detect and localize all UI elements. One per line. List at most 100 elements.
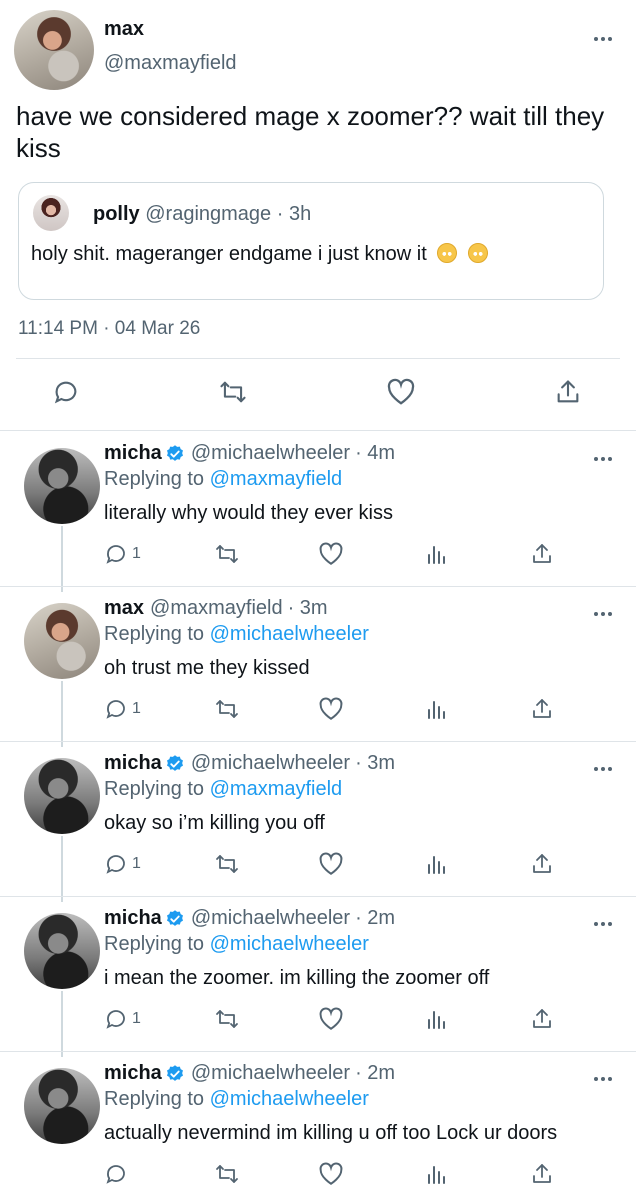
more-options-icon[interactable] (594, 764, 618, 774)
tweet-timestamp[interactable]: 11:14 PM · 04 Mar 26 (18, 318, 200, 340)
reply-time: · 2m (355, 907, 396, 929)
retweet-button[interactable] (214, 1162, 240, 1186)
share-icon (533, 1164, 551, 1183)
retweet-icon (216, 1165, 238, 1183)
reply-header: micha @michaelwheeler · 2m (104, 907, 395, 930)
like-button[interactable] (318, 697, 344, 721)
reply-button[interactable] (52, 378, 80, 406)
like-button[interactable] (318, 542, 344, 566)
retweet-icon (216, 545, 238, 563)
reply-count: 1 (132, 545, 141, 562)
avatar[interactable] (24, 758, 100, 834)
reply-tweet[interactable]: micha @michaelwheeler · 4m Replying to @max… (0, 432, 636, 592)
quoted-tweet[interactable]: polly @ragingmage · 3h holy shit. magera… (18, 182, 604, 300)
more-options-icon[interactable] (594, 1074, 618, 1084)
like-button[interactable] (386, 378, 416, 406)
replying-to-link[interactable]: @michaelwheeler (210, 623, 369, 645)
views-button[interactable] (426, 852, 448, 876)
retweet-button[interactable] (214, 852, 240, 876)
like-button[interactable] (318, 852, 344, 876)
author-handle[interactable]: @michaelwheeler (191, 752, 350, 775)
replying-to-label: Replying to (104, 468, 205, 490)
author-name[interactable]: max (104, 597, 144, 620)
avatar[interactable] (24, 1068, 100, 1144)
share-button[interactable] (530, 1162, 554, 1186)
views-button[interactable] (426, 542, 448, 566)
share-icon (557, 380, 579, 403)
share-button[interactable] (530, 852, 554, 876)
author-name[interactable]: micha (104, 907, 162, 930)
retweet-button[interactable] (218, 378, 248, 406)
views-icon (428, 701, 445, 719)
more-options-icon[interactable] (594, 34, 618, 44)
share-button[interactable] (530, 542, 554, 566)
reply-text: i mean the zoomer. im killing the zoomer… (104, 967, 490, 989)
reply-action-bar (0, 1162, 636, 1200)
reply-header: max @maxmayfield · 3m (104, 597, 328, 620)
views-icon (428, 856, 445, 874)
more-options-icon[interactable] (594, 609, 618, 619)
views-button[interactable] (426, 1007, 448, 1031)
like-button[interactable] (318, 1007, 344, 1031)
author-handle[interactable]: @michaelwheeler (191, 907, 350, 930)
retweet-button[interactable] (214, 542, 240, 566)
avatar[interactable] (24, 913, 100, 989)
replying-to-label: Replying to (104, 1088, 205, 1110)
author-name[interactable]: micha (104, 1062, 162, 1085)
avatar[interactable] (24, 603, 100, 679)
like-button[interactable] (318, 1162, 344, 1186)
reply-button[interactable]: 1 (104, 1007, 141, 1031)
share-button[interactable] (530, 1007, 554, 1031)
reply-action-bar: 1 (0, 542, 636, 582)
avatar[interactable] (24, 448, 100, 524)
reply-button[interactable]: 1 (104, 697, 141, 721)
reply-button[interactable] (104, 1162, 132, 1186)
reply-tweet[interactable]: micha @michaelwheeler · 2m Replying to @mic… (0, 897, 636, 1057)
reply-tweet[interactable]: max @maxmayfield · 3m Replying to @michaelw… (0, 587, 636, 747)
reply-button[interactable]: 1 (104, 542, 141, 566)
reply-header: micha @michaelwheeler · 3m (104, 752, 395, 775)
share-button[interactable] (530, 697, 554, 721)
author-handle[interactable]: @michaelwheeler (191, 442, 350, 465)
main-action-bar (0, 376, 636, 416)
reply-text: actually nevermind im killing u off too … (104, 1122, 558, 1144)
author-handle[interactable]: @maxmayfield (104, 52, 237, 75)
author-name[interactable]: micha (104, 442, 162, 465)
replying-to-link[interactable]: @maxmayfield (210, 778, 343, 800)
views-icon (428, 1011, 445, 1029)
replying-to-line: Replying to @maxmayfield (104, 468, 342, 491)
replying-to-link[interactable]: @michaelwheeler (210, 933, 369, 955)
reply-icon (106, 855, 125, 874)
replying-to-line: Replying to @maxmayfield (104, 778, 342, 801)
retweet-icon (216, 1010, 238, 1028)
author-handle[interactable]: @michaelwheeler (191, 1062, 350, 1085)
reply-action-bar: 1 (0, 697, 636, 737)
views-button[interactable] (426, 697, 448, 721)
reply-tweet[interactable]: micha @michaelwheeler · 2m Replying to @mic… (0, 1052, 636, 1200)
replying-to-label: Replying to (104, 623, 205, 645)
reply-time: · 3m (287, 597, 328, 619)
like-icon (319, 542, 343, 565)
reply-button[interactable]: 1 (104, 852, 141, 876)
replying-to-link[interactable]: @maxmayfield (210, 468, 343, 490)
replying-to-line: Replying to @michaelwheeler (104, 933, 369, 956)
retweet-button[interactable] (214, 697, 240, 721)
reply-count: 1 (132, 700, 141, 717)
replying-to-link[interactable]: @michaelwheeler (210, 1088, 369, 1110)
reply-tweet[interactable]: micha @michaelwheeler · 3m Replying to @max… (0, 742, 636, 902)
author-name[interactable]: max (104, 18, 144, 41)
tweet-text: have we considered mage x zoomer?? wait … (16, 101, 605, 163)
share-button[interactable] (554, 378, 582, 406)
more-options-icon[interactable] (594, 919, 618, 929)
author-name[interactable]: micha (104, 752, 162, 775)
author-handle[interactable]: @maxmayfield (150, 597, 283, 620)
views-button[interactable] (426, 1162, 448, 1186)
retweet-button[interactable] (214, 1007, 240, 1031)
like-icon (319, 1007, 343, 1030)
retweet-icon (220, 381, 246, 403)
more-options-icon[interactable] (594, 454, 618, 464)
avatar[interactable] (14, 10, 94, 90)
verified-badge-icon (166, 754, 183, 771)
replying-to-line: Replying to @michaelwheeler (104, 623, 369, 646)
pleading-face-emoji (467, 243, 488, 263)
